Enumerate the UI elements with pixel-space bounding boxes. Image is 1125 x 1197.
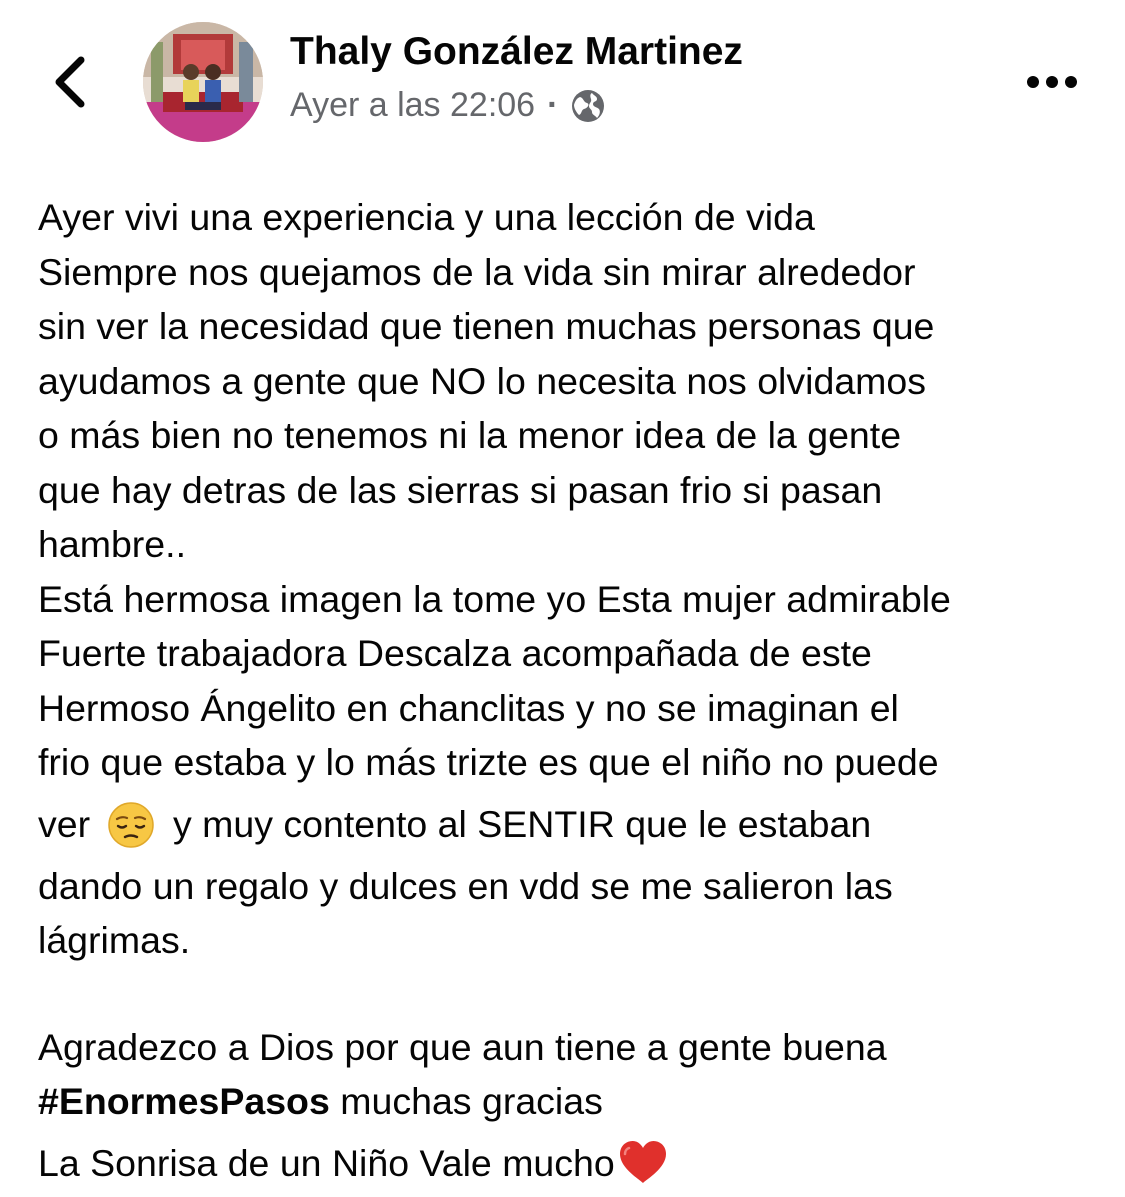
post-line: Agradezco a Dios por que aun tiene a gen… (38, 1025, 887, 1068)
meta-separator: · (547, 86, 559, 124)
more-horizontal-icon (1027, 76, 1077, 88)
post-line-before-emoji: ver (38, 802, 91, 845)
post-line: dando un regalo y dulces en vdd se me sa… (38, 864, 893, 907)
post-line: sin ver la necesidad que tienen muchas p… (38, 305, 935, 347)
more-options-button[interactable] (1022, 58, 1082, 106)
chevron-left-icon (55, 56, 85, 108)
post-line: Siempre nos quejamos de la vida sin mira… (38, 250, 916, 293)
hashtag-suffix: muchas gracias (329, 1080, 603, 1122)
back-button[interactable] (46, 52, 94, 112)
post-line: Está hermosa imagen la tome yo Esta muje… (38, 577, 951, 620)
post-line: lágrimas. (38, 919, 191, 961)
post-line: o más bien no tenemos ni la menor idea d… (38, 414, 902, 456)
pensive-face-emoji (107, 801, 154, 848)
hashtag-line: #EnormesPasos muchas gracias (38, 1074, 1108, 1129)
post-meta: Ayer a las 22:06 · (290, 86, 606, 125)
post-line-with-emoji: ver y muy contento al SENTIR que le esta… (38, 790, 1108, 859)
post-line: Hermoso Ángelito en chanclitas y no se i… (38, 686, 899, 729)
post-line-after-emoji: y muy contento al SENTIR que le estaban (172, 802, 872, 845)
final-line-text: La Sonrisa de un Niño Vale mucho (38, 1141, 615, 1184)
globe-icon[interactable] (570, 88, 606, 124)
post-timestamp[interactable]: Ayer a las 22:06 (290, 86, 535, 125)
post-line: frio que estaba y lo más trizte es que e… (38, 741, 939, 783)
post-line: Ayer vivi una experiencia y una lección … (38, 196, 815, 238)
author-name[interactable]: Thaly González Martinez (290, 30, 743, 74)
avatar[interactable] (143, 22, 263, 142)
post-line: hambre.. (38, 523, 186, 565)
hashtag-link[interactable]: #EnormesPasos (38, 1080, 330, 1122)
post-line: ayudamos a gente que NO lo necesita nos … (38, 359, 927, 402)
post-line: que hay detras de las sierras si pasan f… (38, 468, 883, 511)
post-text: Ayer vivi una experiencia y una lección … (38, 190, 1108, 1197)
post-view: Thaly González Martinez Ayer a las 22:06… (0, 0, 1125, 1197)
final-line: La Sonrisa de un Niño Vale mucho (38, 1129, 1108, 1197)
profile-photo (143, 22, 263, 142)
red-heart-emoji (619, 1140, 666, 1183)
post-line: Fuerte trabajadora Descalza acompañada d… (38, 632, 872, 674)
